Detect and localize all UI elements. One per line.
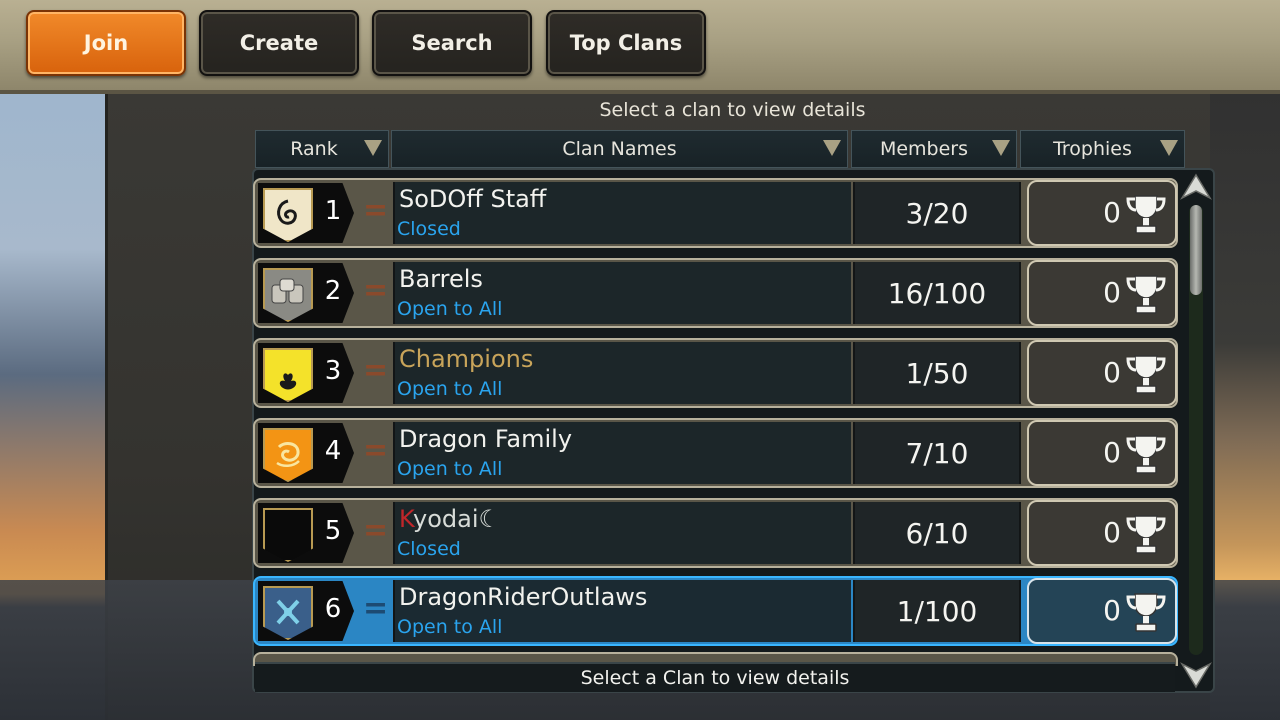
trophy-icon (1126, 593, 1166, 632)
footer-hint: Select a Clan to view details (255, 662, 1175, 692)
rank-number: 5 (324, 516, 342, 546)
trophy-cell: 0 (1027, 340, 1177, 406)
scroll-down-arrow-icon[interactable] (1180, 660, 1212, 690)
dragon-crest-icon (263, 188, 313, 242)
members-count: 16/100 (853, 262, 1021, 324)
trophy-cell: 0 (1027, 578, 1177, 644)
rank-badge: 3 (258, 343, 354, 403)
dragon-swirl-crest-icon (263, 428, 313, 482)
sort-triangle-icon (992, 140, 1010, 156)
members-count: 6/10 (853, 502, 1021, 564)
scrollbar-thumb[interactable] (1190, 205, 1202, 295)
rank-change-equal-icon: = (363, 353, 389, 388)
trophy-cell: 0 (1027, 180, 1177, 246)
trophy-cell: 0 (1027, 260, 1177, 326)
rank-badge: 6 (258, 581, 354, 641)
clan-status: Closed (397, 538, 461, 560)
rank-badge: 4 (258, 423, 354, 483)
rank-change-equal-icon: = (363, 273, 389, 308)
rank-badge: 1 (258, 183, 354, 243)
clan-name: SoDOff Staff (399, 185, 547, 213)
trophy-count: 0 (1103, 356, 1121, 389)
rank-number: 1 (324, 196, 342, 226)
members-count: 1/50 (853, 342, 1021, 404)
clan-name: DragonRiderOutlaws (399, 583, 648, 611)
rank-change-equal-icon: = (363, 513, 389, 548)
members-column-header[interactable]: Members (851, 130, 1017, 168)
clan-names-column-header[interactable]: Clan Names (391, 130, 848, 168)
sort-triangle-icon (364, 140, 382, 156)
trophy-count: 0 (1103, 276, 1121, 309)
trophy-count: 0 (1103, 196, 1121, 229)
trophies-header-label: Trophies (1053, 138, 1132, 160)
rank-number: 3 (324, 356, 342, 386)
rank-change-equal-icon: = (363, 193, 389, 228)
clan-name-first-letter: K (399, 505, 413, 533)
rank-change-equal-icon: = (363, 591, 389, 626)
clan-name-rest: yodai☾ (413, 505, 501, 533)
page-subtitle: Select a clan to view details (599, 99, 866, 121)
clan-status: Closed (397, 218, 461, 240)
clan-name-cell: Champions Open to All (393, 342, 851, 404)
flame-crest-icon (263, 348, 313, 402)
trophy-icon (1126, 195, 1166, 234)
sort-triangle-icon (1160, 140, 1178, 156)
rank-badge: 2 (258, 263, 354, 323)
barrels-crest-icon (263, 268, 313, 322)
members-count: 3/20 (853, 182, 1021, 244)
clan-name-cell: Barrels Open to All (393, 262, 851, 324)
top-clans-tab-button[interactable]: Top Clans (546, 10, 706, 76)
trophy-count: 0 (1103, 594, 1121, 627)
trophy-cell: 0 (1027, 500, 1177, 566)
clan-row[interactable]: 1 = SoDOff Staff Closed 3/20 0 (253, 178, 1178, 248)
rank-header-label: Rank (290, 138, 338, 160)
clan-name-cell: Dragon Family Open to All (393, 422, 851, 484)
trophy-count: 0 (1103, 516, 1121, 549)
sort-triangle-icon (823, 140, 841, 156)
clan-row-selected[interactable]: 6 = DragonRiderOutlaws Open to All 1/100… (253, 576, 1178, 646)
rank-change-equal-icon: = (363, 433, 389, 468)
rank-number: 4 (324, 436, 342, 466)
trophy-cell: 0 (1027, 420, 1177, 486)
members-count: 7/10 (853, 422, 1021, 484)
clan-name: Barrels (399, 265, 483, 293)
trophy-icon (1126, 275, 1166, 314)
trophy-count: 0 (1103, 436, 1121, 469)
rank-number: 6 (324, 594, 342, 624)
clan-row[interactable]: 4 = Dragon Family Open to All 7/10 0 (253, 418, 1178, 488)
clan-status: Open to All (397, 378, 503, 400)
blank-crest-icon (263, 508, 313, 562)
trophy-icon (1126, 355, 1166, 394)
top-bar: Join Create Search Top Clans (0, 0, 1280, 94)
rank-column-header[interactable]: Rank (255, 130, 389, 168)
clan-row[interactable]: 5 = Kyodai☾ Closed 6/10 0 (253, 498, 1178, 568)
rank-badge: 5 (258, 503, 354, 563)
clan-name-cell: Kyodai☾ Closed (393, 502, 851, 564)
search-tab-button[interactable]: Search (372, 10, 532, 76)
clan-row[interactable]: 2 = Barrels Open to All 16/100 0 (253, 258, 1178, 328)
trophies-column-header[interactable]: Trophies (1020, 130, 1185, 168)
trophy-icon (1126, 435, 1166, 474)
create-tab-button[interactable]: Create (199, 10, 359, 76)
clan-name-cell: DragonRiderOutlaws Open to All (393, 580, 851, 642)
scroll-up-arrow-icon[interactable] (1180, 172, 1212, 202)
members-count: 1/100 (853, 580, 1021, 642)
clan-row[interactable]: 3 = Champions Open to All 1/50 0 (253, 338, 1178, 408)
crossed-weapons-crest-icon (263, 586, 313, 640)
clan-name: Champions (399, 345, 534, 373)
clan-name: Dragon Family (399, 425, 573, 453)
clan-names-header-label: Clan Names (562, 138, 677, 160)
clan-name: Kyodai☾ (399, 505, 500, 533)
trophy-icon (1126, 515, 1166, 554)
clan-status: Open to All (397, 298, 503, 320)
join-tab-button[interactable]: Join (26, 10, 186, 76)
clan-status: Open to All (397, 616, 503, 638)
clan-name-cell: SoDOff Staff Closed (393, 182, 851, 244)
members-header-label: Members (879, 138, 969, 160)
clan-status: Open to All (397, 458, 503, 480)
rank-number: 2 (324, 276, 342, 306)
